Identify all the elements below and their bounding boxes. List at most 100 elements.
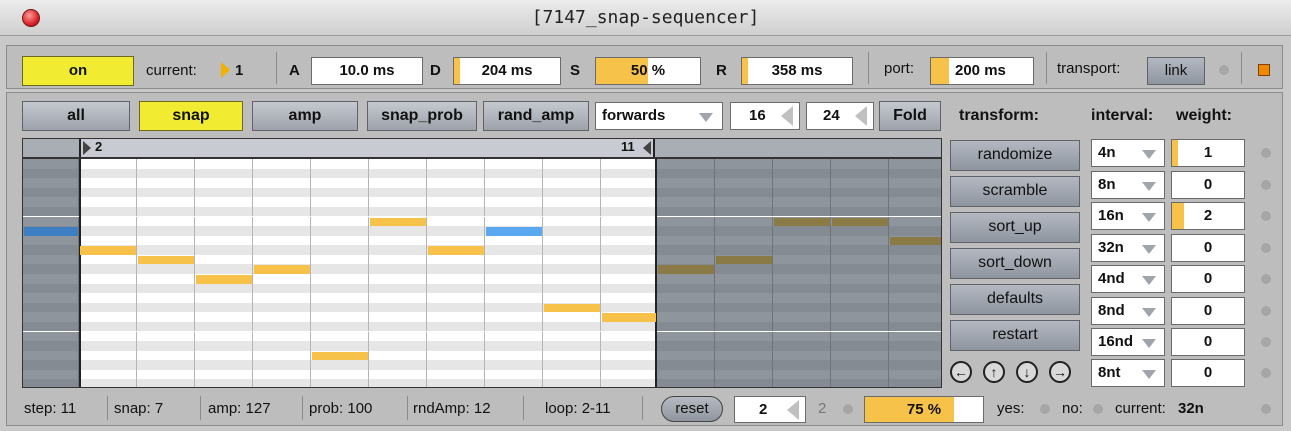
grid-cell[interactable] [23,312,79,322]
weight-number[interactable]: 0 [1171,265,1245,293]
grid-cell[interactable] [23,350,79,361]
grid-cell[interactable] [773,350,831,361]
grid-cell[interactable] [889,293,941,303]
step-value-bar[interactable] [890,236,941,246]
grid-cell[interactable] [773,245,831,255]
grid-cell[interactable] [715,235,773,246]
grid-cell[interactable] [657,331,715,342]
step-value-bar[interactable] [196,275,252,284]
grid-cell[interactable] [773,264,831,274]
transform-defaults-button[interactable]: defaults [950,284,1080,315]
grid-cell[interactable] [657,369,715,380]
step-value-bar[interactable] [254,265,310,274]
grid-cell[interactable] [23,197,79,207]
release-number[interactable]: 358 ms [741,57,853,85]
arrow-left-icon[interactable]: ← [950,361,972,383]
grid-cell[interactable] [23,321,79,332]
step-value-bar[interactable] [832,217,888,227]
grid-cell[interactable] [23,245,79,255]
grid-cell[interactable] [831,206,889,217]
grid-cell[interactable] [23,283,79,294]
grid-cell[interactable] [831,168,889,179]
grid-cell[interactable] [773,187,831,198]
step-grid[interactable] [22,158,942,388]
arrow-down-icon[interactable]: ↓ [1016,361,1038,383]
grid-cell[interactable] [657,254,715,265]
grid-cell[interactable] [715,274,773,284]
weight-number[interactable]: 0 [1171,171,1245,199]
grid-cell[interactable] [657,168,715,179]
grid-cell[interactable] [889,360,941,370]
arrow-up-icon[interactable]: ↑ [983,361,1005,383]
grid-cell[interactable] [889,350,941,361]
grid-cell[interactable] [657,216,715,227]
loop-ruler[interactable]: 2 11 [22,138,942,158]
weight-number[interactable]: 2 [1171,202,1245,230]
grid-cell[interactable] [657,235,715,246]
interval-dropdown[interactable]: 16n [1091,202,1165,230]
grid-cell[interactable] [657,312,715,322]
grid-cell[interactable] [715,168,773,179]
grid-cell[interactable] [657,341,715,351]
grid-cell[interactable] [715,178,773,188]
grid-cell[interactable] [657,159,715,169]
step-value-bar[interactable] [138,255,194,265]
grid-cell[interactable] [773,360,831,370]
interval-dropdown[interactable]: 16nd [1091,328,1165,356]
grid-cell[interactable] [773,293,831,303]
grid-cell[interactable] [831,274,889,284]
grid-cell[interactable] [657,302,715,313]
grid-cell[interactable] [715,216,773,227]
grid-cell[interactable] [23,206,79,217]
grid-cell[interactable] [773,206,831,217]
grid-cell[interactable] [715,369,773,380]
grid-cell[interactable] [773,254,831,265]
grid-cell[interactable] [715,302,773,313]
grid-cell[interactable] [831,264,889,274]
grid-cell[interactable] [23,341,79,351]
step-value-bar[interactable] [80,246,136,255]
grid-cell[interactable] [889,379,941,387]
decay-number[interactable]: 204 ms [453,57,561,85]
grid-cell[interactable] [657,245,715,255]
grid-cell[interactable] [715,312,773,322]
grid-cell[interactable] [773,168,831,179]
interval-dropdown[interactable]: 8nt [1091,359,1165,387]
weight-number[interactable]: 0 [1171,234,1245,262]
grid-cell[interactable] [889,226,941,236]
grid-cell[interactable] [831,254,889,265]
grid-cell[interactable] [23,178,79,188]
grid-cell[interactable] [831,226,889,236]
transform-scramble-button[interactable]: scramble [950,176,1080,207]
grid-cell[interactable] [23,331,79,342]
weight-number[interactable]: 0 [1171,328,1245,356]
grid-cell[interactable] [889,245,941,255]
grid-cell[interactable] [889,312,941,322]
step-value-bar[interactable] [716,255,772,265]
grid-cell[interactable] [657,283,715,294]
grid-cell[interactable] [23,264,79,274]
amp-mode-button[interactable]: amp [252,101,358,131]
grid-cell[interactable] [773,379,831,387]
grid-cell[interactable] [889,197,941,207]
grid-cell[interactable] [657,226,715,236]
grid-cell[interactable] [889,216,941,227]
grid-cell[interactable] [889,168,941,179]
grid-cell[interactable] [889,159,941,169]
grid-cell[interactable] [657,379,715,387]
grid-cell[interactable] [889,302,941,313]
grid-cell[interactable] [773,235,831,246]
grid-cell[interactable] [831,178,889,188]
sustain-slider[interactable]: 50 % [595,57,701,85]
grid-cell[interactable] [23,254,79,265]
rows-number[interactable]: 24 [806,102,874,130]
step-value-bar[interactable] [312,351,368,361]
interval-dropdown[interactable]: 4n [1091,139,1165,167]
grid-cell[interactable] [715,350,773,361]
grid-cell[interactable] [773,321,831,332]
transform-sort-up-button[interactable]: sort_up [950,212,1080,243]
direction-dropdown[interactable]: forwards [595,102,723,130]
grid-cell[interactable] [715,331,773,342]
grid-cell[interactable] [773,226,831,236]
snap-mode-button[interactable]: snap [139,101,243,131]
